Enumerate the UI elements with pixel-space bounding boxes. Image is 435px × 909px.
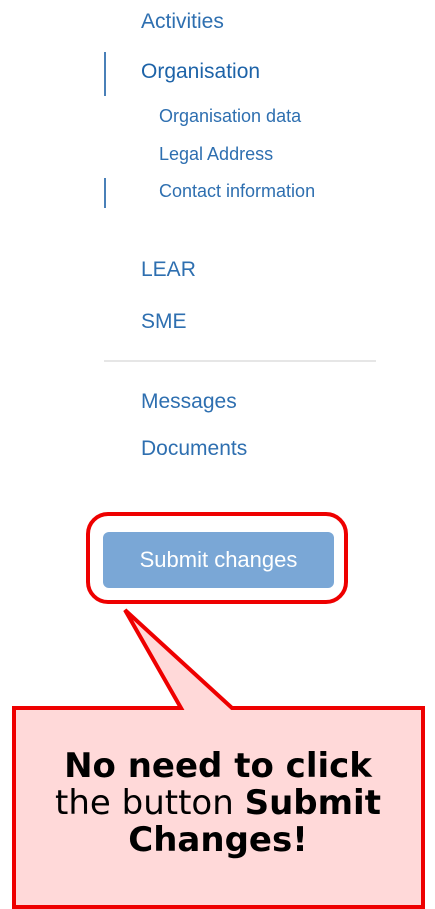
callout-line-2-bold: Submit xyxy=(244,783,381,823)
callout-line-1: No need to click xyxy=(64,746,372,786)
callout-line-2-prefix: the button xyxy=(55,783,245,823)
callout-message: No need to click the button Submit Chang… xyxy=(16,748,420,859)
callout-line-3: Changes! xyxy=(128,820,308,860)
callout-line-2: the button Submit xyxy=(16,785,420,822)
